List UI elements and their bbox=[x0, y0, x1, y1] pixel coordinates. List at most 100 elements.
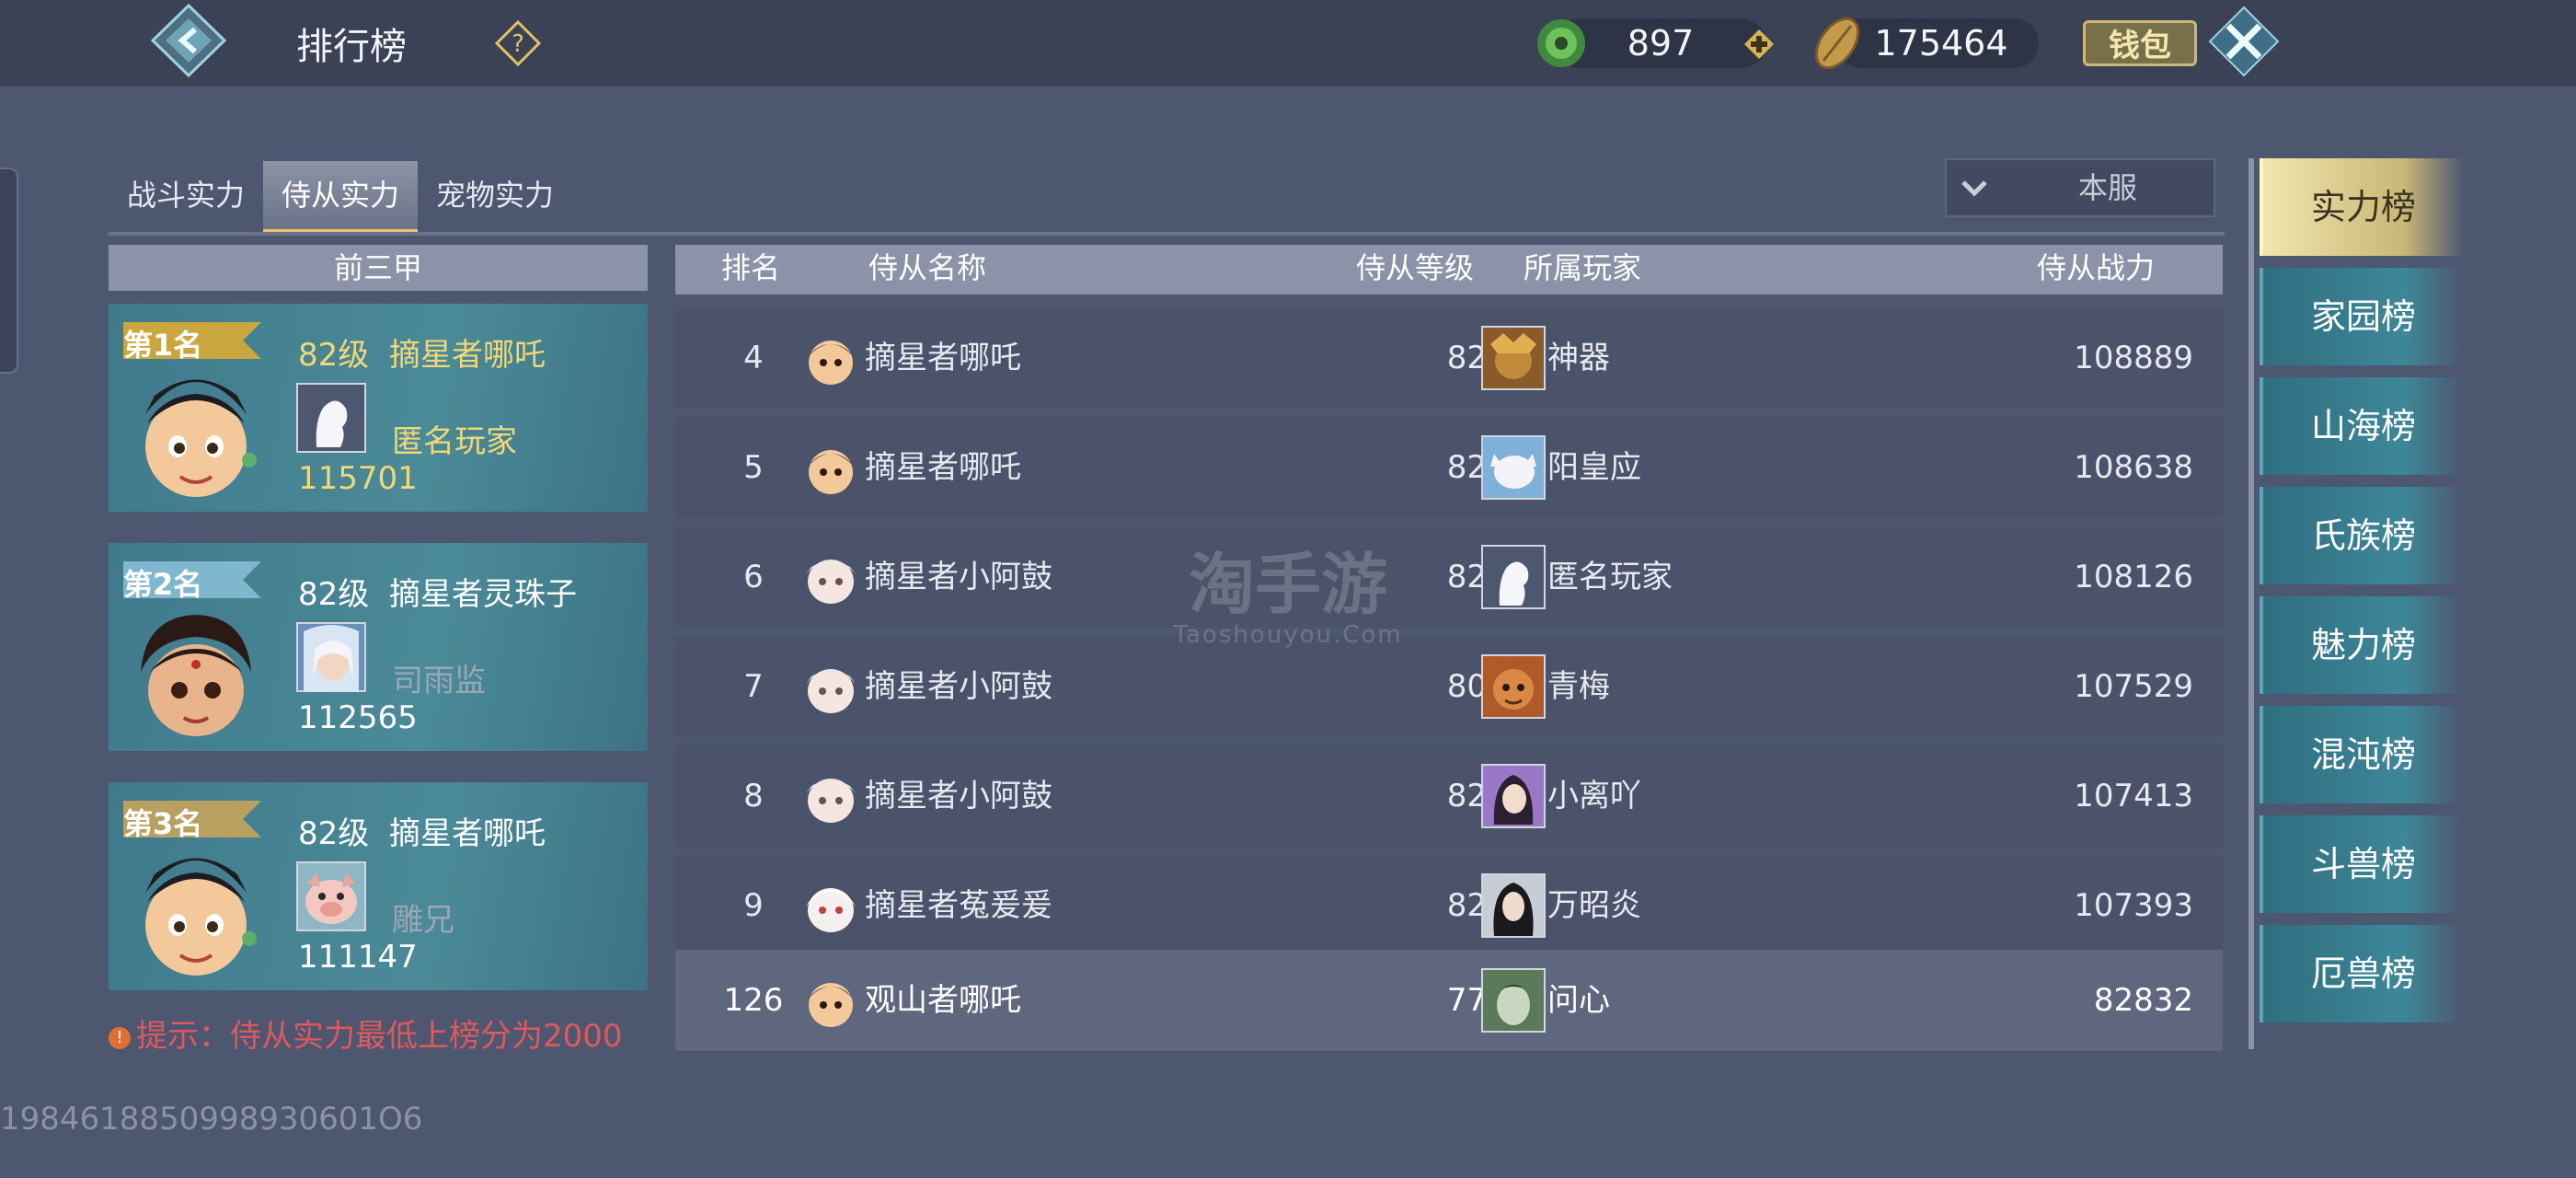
table-row[interactable]: 8 摘星者小阿鼓 82级 小离吖 107413 bbox=[675, 745, 2223, 847]
owner-cell: 小离吖 bbox=[1547, 778, 1641, 814]
rank-badge: 第2名 bbox=[123, 558, 261, 602]
pet-name-cell: 摘星者哪吒 bbox=[865, 449, 1021, 486]
pet-level: 82级 bbox=[298, 576, 370, 613]
table-row[interactable]: 6 摘星者小阿鼓 82级 匿名玩家 108126 bbox=[675, 526, 2223, 628]
power-cell: 108126 bbox=[2074, 559, 2193, 595]
power-value: 111147 bbox=[298, 939, 418, 976]
category-tabs: 战斗实力 侍从实力 宠物实力 bbox=[109, 161, 572, 233]
anonymous-avatar bbox=[296, 383, 366, 453]
col-power: 侍从战力 bbox=[2037, 250, 2156, 285]
side-drawer-handle[interactable] bbox=[0, 167, 18, 374]
nav-evil-beast-ranking[interactable]: 厄兽榜 bbox=[2260, 925, 2464, 1022]
pet-name-cell: 摘星者小阿鼓 bbox=[865, 559, 1052, 595]
rank-badge: 第1名 bbox=[123, 318, 261, 363]
owner-cell: 阳皇应 bbox=[1547, 449, 1641, 486]
back-icon[interactable] bbox=[138, 0, 239, 81]
user-id: 1984618850998930601O6 bbox=[0, 1101, 423, 1138]
top3-header: 前三甲 bbox=[109, 245, 648, 291]
owner-name: 雕兄 bbox=[392, 902, 454, 939]
top-bar: 排行榜 ? 897 175464 钱包 bbox=[0, 0, 2576, 87]
add-currency-icon[interactable] bbox=[1743, 29, 1775, 60]
nezha-avatar bbox=[127, 359, 265, 502]
power-cell: 107413 bbox=[2074, 778, 2193, 814]
table-row[interactable]: 9 摘星者菟爰爰 82级 万昭炎 107393 bbox=[675, 855, 2223, 956]
lingzhuzi-avatar bbox=[127, 598, 265, 742]
col-owner: 所属玩家 bbox=[1524, 250, 1642, 285]
player-avatar bbox=[296, 622, 366, 692]
pig-avatar bbox=[296, 861, 366, 931]
page-title: 排行榜 bbox=[296, 26, 407, 68]
axiaogu-avatar bbox=[800, 656, 861, 717]
nav-home-ranking[interactable]: 家园榜 bbox=[2260, 268, 2464, 365]
wallet-button[interactable]: 钱包 bbox=[2083, 20, 2197, 66]
pet-name-cell: 摘星者哪吒 bbox=[865, 340, 1021, 376]
pet-name-cell: 摘星者菟爰爰 bbox=[865, 887, 1052, 924]
power-cell: 82832 bbox=[2093, 982, 2193, 1019]
tab-combat-power[interactable]: 战斗实力 bbox=[109, 161, 263, 233]
nav-charm-ranking[interactable]: 魅力榜 bbox=[2260, 596, 2464, 694]
watermark: 淘手游 Taoshouyou.Com bbox=[1173, 546, 1403, 649]
tab-attendant-power[interactable]: 侍从实力 bbox=[263, 161, 419, 233]
nezha-avatar bbox=[800, 970, 861, 1031]
anonymous-avatar bbox=[1481, 545, 1546, 609]
nezha-avatar bbox=[800, 328, 861, 388]
coin-currency-value: 175464 bbox=[1874, 23, 2008, 64]
help-icon[interactable]: ? bbox=[494, 19, 542, 67]
player-avatar bbox=[1481, 968, 1546, 1033]
owner-cell: 青梅 bbox=[1547, 668, 1610, 705]
power-cell: 108889 bbox=[2074, 340, 2193, 376]
owner-cell: 匿名玩家 bbox=[1547, 559, 1673, 595]
pet-name: 摘星者灵珠子 bbox=[389, 576, 577, 613]
owner-cell: 万昭炎 bbox=[1547, 887, 1641, 924]
owner-name: 司雨监 bbox=[392, 663, 486, 699]
my-ranking-row[interactable]: 126 观山者哪吒 77级 问心 82832 bbox=[675, 950, 2223, 1051]
pet-name: 摘星者哪吒 bbox=[389, 337, 546, 374]
server-filter-dropdown[interactable]: 本服 bbox=[1945, 158, 2215, 217]
nav-shanhai-ranking[interactable]: 山海榜 bbox=[2260, 377, 2464, 475]
pet-level: 82级 bbox=[298, 337, 370, 374]
table-row[interactable]: 7 摘星者小阿鼓 80级 青梅 107529 bbox=[675, 636, 2223, 737]
server-filter-value: 本服 bbox=[2077, 170, 2137, 205]
player-avatar bbox=[1481, 326, 1546, 390]
power-cell: 107393 bbox=[2074, 887, 2193, 924]
table-row[interactable]: 4 摘星者哪吒 82级 神器 108889 bbox=[675, 307, 2223, 409]
col-pet-name: 侍从名称 bbox=[868, 250, 987, 285]
rank-badge: 第3名 bbox=[123, 797, 261, 841]
nezha-avatar bbox=[800, 437, 861, 498]
warning-icon: ! bbox=[109, 1026, 131, 1049]
pet-name-cell: 摘星者小阿鼓 bbox=[865, 668, 1052, 705]
nav-chaos-ranking[interactable]: 混沌榜 bbox=[2260, 706, 2464, 803]
nav-clan-ranking[interactable]: 氏族榜 bbox=[2260, 487, 2464, 584]
hint-text: ! 提示：侍从实力最低上榜分为2000 bbox=[109, 1011, 623, 1056]
top3-card-1[interactable]: 第1名 82级 摘星者哪吒 匿名玩家 115701 bbox=[109, 304, 648, 512]
pet-name: 摘星者哪吒 bbox=[389, 815, 546, 852]
ranking-table-header: 排名 侍从名称 侍从等级 所属玩家 侍从战力 bbox=[675, 245, 2223, 294]
col-level: 侍从等级 bbox=[1356, 250, 1475, 285]
close-icon[interactable] bbox=[2206, 4, 2282, 79]
power-value: 112565 bbox=[298, 699, 418, 736]
nav-divider bbox=[2248, 158, 2254, 1049]
power-cell: 108638 bbox=[2074, 449, 2193, 486]
owner-cell: 问心 bbox=[1547, 982, 1610, 1019]
svg-text:?: ? bbox=[512, 30, 524, 58]
chevron-down-icon bbox=[1960, 173, 1989, 202]
tab-pet-power[interactable]: 宠物实力 bbox=[418, 161, 572, 233]
nezha-avatar bbox=[127, 837, 265, 981]
nav-beast-fight-ranking[interactable]: 斗兽榜 bbox=[2260, 815, 2464, 913]
tab-divider bbox=[109, 232, 2225, 236]
player-avatar bbox=[1481, 764, 1546, 828]
pet-name-cell: 观山者哪吒 bbox=[865, 982, 1021, 1019]
power-cell: 107529 bbox=[2074, 668, 2193, 705]
axiaogu-avatar bbox=[800, 547, 861, 607]
owner-cell: 神器 bbox=[1547, 340, 1610, 376]
jade-currency-value: 897 bbox=[1627, 23, 1695, 64]
player-avatar bbox=[1481, 873, 1546, 938]
player-avatar bbox=[1481, 654, 1546, 719]
player-avatar bbox=[1481, 435, 1546, 500]
nav-power-ranking[interactable]: 实力榜 bbox=[2260, 158, 2464, 256]
top3-card-2[interactable]: 第2名 82级 摘星者灵珠子 司雨监 112565 bbox=[109, 543, 648, 751]
top3-card-3[interactable]: 第3名 82级 摘星者哪吒 雕兄 111147 bbox=[109, 782, 648, 990]
pet-name-cell: 摘星者小阿鼓 bbox=[865, 778, 1052, 814]
table-row[interactable]: 5 摘星者哪吒 82级 阳皇应 108638 bbox=[675, 417, 2223, 518]
tuyuanyuan-avatar bbox=[800, 875, 861, 936]
